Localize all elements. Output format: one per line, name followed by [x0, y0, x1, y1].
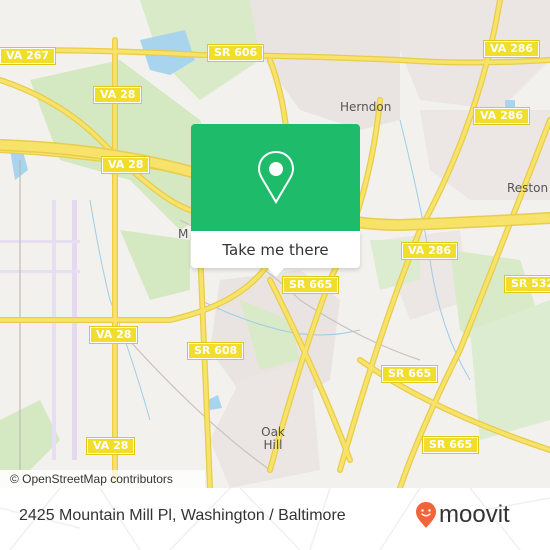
footer-bar: 2425 Mountain Mill Pl, Washington / Balt… [0, 488, 550, 550]
road-shield: VA 286 [482, 40, 541, 58]
address-text: 2425 Mountain Mill Pl, Washington / Balt… [19, 507, 346, 524]
road-shield: SR 665 [421, 436, 480, 454]
brand-wordmark: moovit [439, 501, 510, 528]
place-label-oak-hill: Oak Hill [261, 425, 285, 452]
road-shield: VA 28 [100, 156, 151, 174]
road-shield: VA 286 [472, 107, 531, 125]
road-shield: VA 286 [400, 242, 459, 260]
map-view[interactable]: VA 267 SR 606 VA 286 VA 28 VA 286 VA 28 … [0, 0, 550, 488]
road-shield: SR 5320 [504, 275, 550, 293]
road-shield: SR 606 [206, 44, 265, 62]
place-label-reston: Reston [507, 181, 549, 195]
destination-popup[interactable]: Take me there [191, 124, 360, 277]
road-shield: VA 267 [0, 47, 57, 65]
road-shield: VA 28 [88, 326, 139, 344]
place-label-herndon: Herndon [340, 100, 392, 114]
road-shield: SR 665 [380, 365, 439, 383]
road-shield: SR 665 [281, 276, 340, 294]
map-attribution[interactable]: © OpenStreetMap contributors [0, 470, 205, 488]
moovit-pin-icon [416, 502, 436, 528]
popup-pointer [267, 267, 285, 277]
popup-pin-area[interactable] [191, 124, 360, 231]
place-label-partial: M [178, 227, 189, 241]
take-me-there-button[interactable]: Take me there [191, 231, 360, 268]
map-pin-icon [257, 150, 294, 204]
moovit-logo[interactable]: moovit [415, 501, 510, 529]
road-shield: VA 28 [92, 86, 143, 104]
road-shield: VA 28 [85, 437, 136, 455]
road-shield: SR 608 [186, 342, 245, 360]
